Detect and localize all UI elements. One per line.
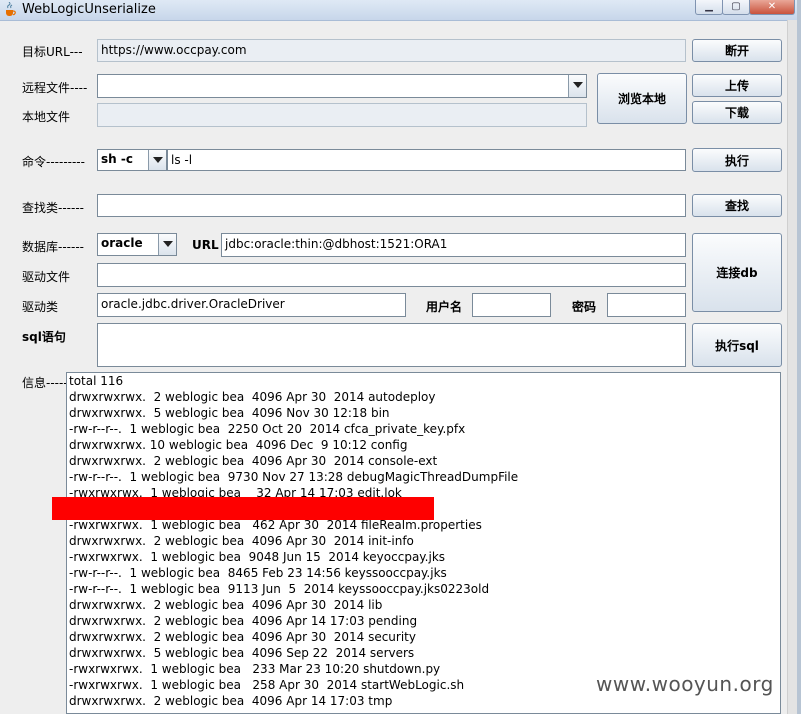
output-line: drwxrwxrwx. 2 weblogic bea 4096 Apr 30 2… bbox=[69, 454, 438, 468]
output-line: -rwxrwxrwx. 1 weblogic bea 462 Apr 30 20… bbox=[69, 518, 482, 532]
driver-file-label: 驱动文件 bbox=[22, 270, 71, 284]
remote-file-label: 远程文件---- bbox=[22, 81, 88, 95]
output-line: -rwxrwxrwx. 1 weblogic bea 9048 Jun 15 2… bbox=[69, 550, 446, 564]
find-class-label: 查找类------ bbox=[22, 201, 84, 215]
username-label: 用户名 bbox=[426, 300, 463, 314]
chevron-down-icon[interactable] bbox=[148, 150, 166, 170]
connect-db-button[interactable]: 连接db bbox=[692, 233, 782, 312]
minimize-button[interactable]: ▁ bbox=[695, 0, 723, 15]
local-file-field[interactable] bbox=[97, 103, 587, 127]
sql-label: sql语句 bbox=[22, 330, 66, 344]
output-line: -rw-r--r--. 1 weblogic bea 9113 Jun 5 20… bbox=[69, 582, 490, 596]
command-label: 命令--------- bbox=[22, 155, 85, 169]
find-class-input[interactable] bbox=[97, 194, 686, 217]
java-cup-icon bbox=[6, 2, 16, 16]
watermark: www.wooyun.org bbox=[596, 672, 774, 696]
minimize-icon: ▁ bbox=[705, 1, 713, 12]
output-line: -rw-r--r--. 1 weblogic bea 8465 Feb 23 1… bbox=[69, 566, 447, 580]
output-line: -rw-r--r--. 1 weblogic bea 2250 Oct 20 2… bbox=[69, 422, 466, 436]
shell-type-value: sh -c bbox=[101, 152, 133, 166]
output-console[interactable]: total 116 drwxrwxrwx. 2 weblogic bea 4096… bbox=[66, 372, 781, 714]
driver-class-label: 驱动类 bbox=[22, 300, 59, 314]
redaction-bar bbox=[52, 497, 434, 520]
output-line: drwxrwxrwx. 5 weblogic bea 4096 Nov 30 1… bbox=[69, 406, 390, 420]
output-line: drwxrwxrwx. 10 weblogic bea 4096 Dec 9 1… bbox=[69, 438, 408, 452]
output-line: drwxrwxrwx. 2 weblogic bea 4096 Apr 14 1… bbox=[69, 614, 418, 628]
output-line: -rw-r--r--. 1 weblogic bea 9730 Nov 27 1… bbox=[69, 470, 519, 484]
main-window: WebLogicUnserialize ▁ ▢ ✕ 目标URL--- https… bbox=[0, 0, 798, 714]
info-label: 信息----- bbox=[22, 376, 68, 390]
output-line: -rwxrwxrwx. 1 weblogic bea 258 Apr 30 20… bbox=[69, 678, 465, 692]
password-label: 密码 bbox=[572, 300, 597, 314]
browse-local-button[interactable]: 浏览本地 bbox=[597, 73, 687, 124]
maximize-button[interactable]: ▢ bbox=[722, 0, 750, 15]
output-line: drwxrwxrwx. 2 weblogic bea 4096 Apr 30 2… bbox=[69, 534, 414, 548]
password-input[interactable] bbox=[607, 293, 686, 317]
window-title: WebLogicUnserialize bbox=[22, 2, 156, 17]
execute-button[interactable]: 执行 bbox=[692, 148, 782, 172]
username-input[interactable] bbox=[472, 293, 551, 317]
output-line: drwxrwxrwx. 5 weblogic bea 4096 Sep 22 2… bbox=[69, 646, 415, 660]
close-icon: ✕ bbox=[767, 1, 777, 12]
output-line: -rwxrwxrwx. 1 weblogic bea 233 Mar 23 10… bbox=[69, 662, 441, 676]
close-window-button[interactable]: ✕ bbox=[749, 0, 795, 15]
driver-file-input[interactable] bbox=[97, 263, 686, 287]
maximize-icon: ▢ bbox=[731, 1, 741, 12]
chevron-down-icon[interactable] bbox=[568, 75, 586, 97]
search-button[interactable]: 查找 bbox=[692, 194, 782, 217]
chevron-down-icon[interactable] bbox=[158, 234, 176, 255]
output-line: drwxrwxrwx. 2 weblogic bea 4096 Apr 30 2… bbox=[69, 598, 383, 612]
database-type-select[interactable]: oracle bbox=[97, 233, 177, 256]
upload-button[interactable]: 上传 bbox=[692, 74, 782, 97]
output-line: drwxrwxrwx. 2 weblogic bea 4096 Apr 14 1… bbox=[69, 694, 393, 708]
output-line: drwxrwxrwx. 2 weblogic bea 4096 Apr 30 2… bbox=[69, 630, 416, 644]
jdbc-url-input[interactable]: jdbc:oracle:thin:@dbhost:1521:ORA1 bbox=[221, 233, 686, 257]
command-input[interactable]: ls -l bbox=[167, 149, 686, 171]
output-line: total 116 bbox=[69, 374, 124, 388]
local-file-label: 本地文件 bbox=[22, 110, 71, 124]
target-url-label: 目标URL--- bbox=[22, 45, 83, 59]
shell-type-select[interactable]: sh -c bbox=[97, 149, 167, 171]
output-line: drwxrwxrwx. 2 weblogic bea 4096 Apr 30 2… bbox=[69, 390, 436, 404]
sql-input[interactable] bbox=[97, 323, 686, 367]
driver-class-input[interactable]: oracle.jdbc.driver.OracleDriver bbox=[97, 293, 406, 317]
desktop-edge bbox=[797, 0, 801, 714]
title-bar: WebLogicUnserialize ▁ ▢ ✕ bbox=[0, 0, 797, 21]
remote-file-combo[interactable] bbox=[97, 74, 587, 98]
database-label: 数据库------ bbox=[22, 240, 84, 254]
jdbc-url-label: URL bbox=[192, 238, 219, 252]
database-type-value: oracle bbox=[101, 236, 143, 250]
execute-sql-button[interactable]: 执行sql bbox=[692, 323, 782, 367]
target-url-field[interactable]: https://www.occpay.com bbox=[97, 39, 686, 62]
disconnect-button[interactable]: 断开 bbox=[692, 39, 782, 62]
download-button[interactable]: 下载 bbox=[692, 101, 782, 124]
